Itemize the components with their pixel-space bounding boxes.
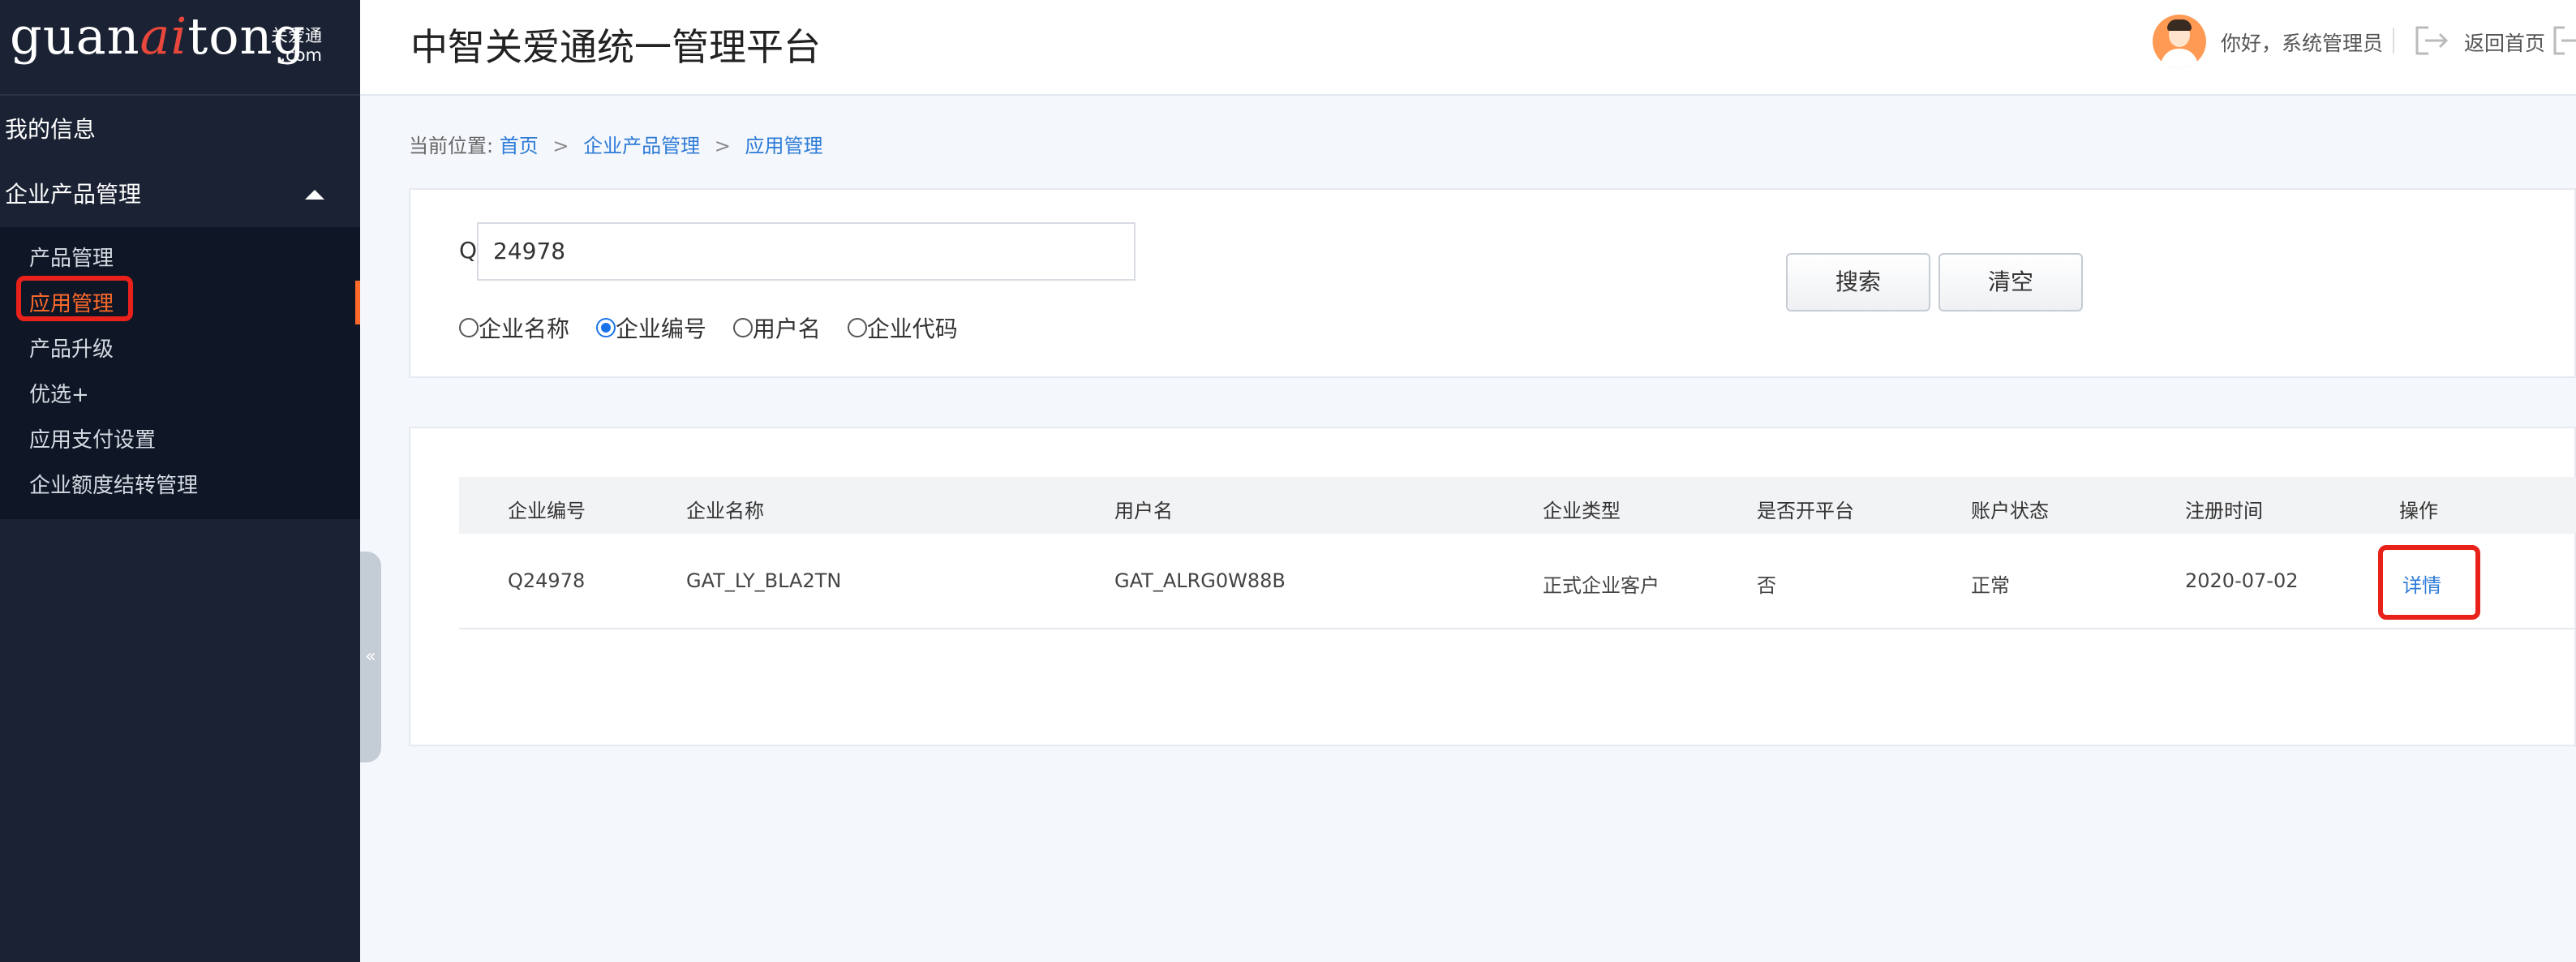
cell-username: GAT_ALRG0W88B [1114,569,1286,592]
sidebar-item-product-management[interactable]: 产品管理 [29,242,114,272]
sidebar: guanaitong 关爱通 .com 我的信息 企业产品管理 产品管理 应用管… [0,0,360,962]
col-register-time: 注册时间 [2185,500,2263,522]
logout-icon[interactable] [2414,24,2449,57]
col-username: 用户名 [1114,500,1173,522]
sidebar-item-quota-carryover[interactable]: 企业额度结转管理 [29,469,198,499]
col-actions: 操作 [2399,500,2438,522]
exit-icon[interactable] [2552,24,2576,57]
avatar[interactable] [2153,15,2206,68]
cell-account-status: 正常 [1971,574,2010,597]
results-panel: 企业编号 企业名称 用户名 企业类型 是否开平台 账户状态 注册时间 操作 Q2… [409,427,2576,746]
radio-enterprise-number[interactable] [595,318,616,337]
radio-enterprise-name[interactable] [459,318,479,337]
sidebar-item-product-upgrade[interactable]: 产品升级 [29,333,114,363]
sidebar-section-enterprise-products[interactable]: 企业产品管理 [0,162,360,227]
sidebar-item-app-payment-settings[interactable]: 应用支付设置 [29,423,156,453]
double-chevron-left-icon: « [365,646,376,667]
table-header: 企业编号 企业名称 用户名 企业类型 是否开平台 账户状态 注册时间 操作 [459,477,2576,534]
breadcrumb-enterprise-products[interactable]: 企业产品管理 [583,135,700,157]
col-platform-open: 是否开平台 [1757,500,1854,522]
chevron-right-icon: > [552,135,569,157]
divider [2393,28,2394,54]
table-row: Q24978 GAT_LY_BLA2TN GAT_ALRG0W88B 正式企业客… [459,534,2576,629]
logo-subtext: 关爱通 .com [271,26,322,65]
top-header: 中智关爱通统一管理平台 你好，系统管理员 返回首页 [360,0,2576,96]
radio-enterprise-code[interactable] [847,318,867,337]
user-greeting: 你好，系统管理员 [2221,32,2384,55]
cell-enterprise-name: GAT_LY_BLA2TN [686,569,842,592]
highlight-box-details [2378,545,2480,620]
sidebar-item-my-info[interactable]: 我的信息 [0,97,360,162]
breadcrumb: 当前位置: 首页 > 企业产品管理 > 应用管理 [409,130,823,158]
cell-platform-open: 否 [1757,574,1776,597]
chevron-right-icon: > [714,135,731,157]
cell-enterprise-number: Q24978 [508,569,586,592]
back-home-link[interactable]: 返回首页 [2464,28,2545,57]
cell-register-time: 2020-07-02 [2185,569,2299,592]
breadcrumb-home[interactable]: 首页 [500,135,539,157]
search-input[interactable]: 24978 [477,222,1136,281]
search-button[interactable]: 搜索 [1786,253,1930,311]
logo[interactable]: guanaitong 关爱通 .com [0,0,360,96]
search-type-radios: 企业名称 企业编号 用户名 企业代码 [459,311,977,344]
breadcrumb-prefix: 当前位置: [409,135,494,157]
logo-wordmark: guanaitong [10,6,307,66]
col-enterprise-name: 企业名称 [686,500,764,522]
search-label: Q [459,237,478,264]
caret-up-icon [305,190,324,200]
active-indicator [355,281,360,324]
page-title: 中智关爱通统一管理平台 [410,25,821,69]
clear-button[interactable]: 清空 [1938,253,2083,311]
col-enterprise-type: 企业类型 [1543,500,1621,522]
search-panel: Q 24978 企业名称 企业编号 用户名 企业代码 搜索 清空 [409,188,2576,378]
sidebar-item-youxuan-plus[interactable]: 优选+ [29,378,89,408]
sidebar-collapse-toggle[interactable]: « [360,552,381,762]
col-account-status: 账户状态 [1971,500,2049,522]
cell-enterprise-type: 正式企业客户 [1543,574,1659,597]
highlight-box-app-management [16,276,133,321]
breadcrumb-app-management[interactable]: 应用管理 [745,135,823,157]
radio-username[interactable] [732,318,753,337]
col-enterprise-number: 企业编号 [508,500,586,522]
